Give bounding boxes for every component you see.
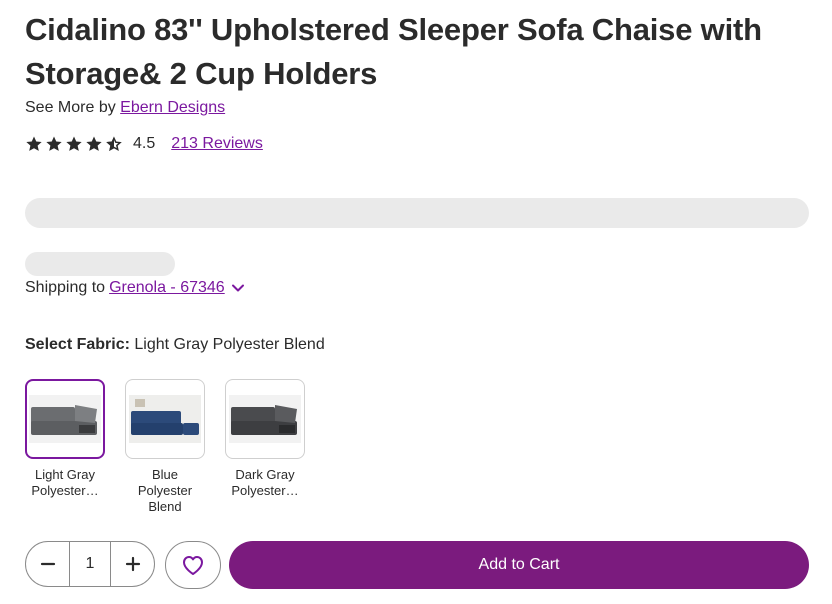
shipping-prefix: Shipping to: [25, 279, 106, 296]
swatch-label: Light Gray Polyester…: [31, 467, 99, 498]
add-to-cart-button[interactable]: Add to Cart: [229, 541, 809, 589]
swatch-label: Blue Polyester Blend: [137, 467, 193, 514]
star-icon: [46, 136, 62, 151]
rating-value: 4.5: [133, 135, 156, 152]
shipping-row: Shipping to Grenola - 67346: [25, 278, 245, 298]
half-star-icon: [106, 136, 122, 152]
swatch-label: Dark Gray Polyester…: [231, 467, 299, 498]
see-more-by: See More by Ebern Designs: [25, 98, 225, 118]
brand-link[interactable]: Ebern Designs: [120, 99, 225, 116]
star-icon: [66, 136, 82, 151]
fabric-swatch-light-gray[interactable]: Light Gray Polyester…: [25, 379, 105, 499]
quantity-input[interactable]: 1: [69, 542, 111, 586]
swatch-image-box: [125, 379, 205, 459]
chevron-down-icon[interactable]: [231, 281, 245, 295]
fabric-label: Select Fabric:: [25, 336, 130, 353]
product-title: Cidalino 83'' Upholstered Sleeper Sofa C…: [25, 12, 762, 91]
sofa-image: [129, 395, 201, 443]
reviews-link[interactable]: 213 Reviews: [171, 135, 263, 153]
shipping-location-link[interactable]: Grenola - 67346: [109, 278, 225, 298]
star-icon: [26, 136, 42, 151]
see-more-prefix: See More by: [25, 99, 116, 116]
loading-placeholder-small: [25, 252, 175, 276]
swatch-image-box: [25, 379, 105, 459]
sofa-image: [29, 395, 101, 443]
rating-row: 4.5 213 Reviews: [25, 133, 263, 155]
sofa-image: [229, 395, 301, 443]
fabric-swatch-dark-gray[interactable]: Dark Gray Polyester…: [225, 379, 305, 499]
plus-icon: [125, 556, 140, 572]
selected-fabric: Light Gray Polyester Blend: [134, 336, 325, 353]
fabric-swatch-blue[interactable]: Blue Polyester Blend: [125, 379, 205, 515]
heart-icon: [183, 556, 203, 575]
fabric-label-row: Select Fabric: Light Gray Polyester Blen…: [25, 335, 325, 355]
decrease-quantity-button[interactable]: [26, 542, 69, 586]
increase-quantity-button[interactable]: [111, 542, 154, 586]
add-to-favorites-button[interactable]: [165, 541, 221, 589]
star-rating: [25, 135, 123, 153]
loading-placeholder: [25, 198, 809, 228]
quantity-stepper: 1: [25, 541, 155, 587]
swatch-image-box: [225, 379, 305, 459]
star-icon: [86, 136, 102, 151]
minus-icon: [40, 562, 55, 566]
